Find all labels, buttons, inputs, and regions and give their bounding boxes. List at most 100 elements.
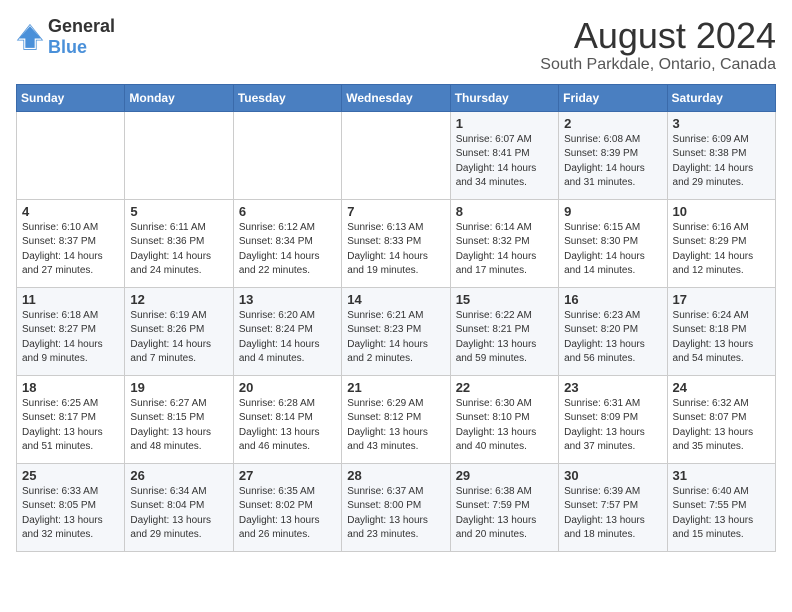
cell-info-text: Sunrise: 6:22 AM Sunset: 8:21 PM Dayligh… [456, 309, 553, 367]
calendar-cell: 2 Sunrise: 6:08 AM Sunset: 8:39 PM Daylig… [559, 111, 667, 199]
cell-info-text: Sunrise: 6:34 AM Sunset: 8:04 PM Dayligh… [130, 485, 227, 543]
calendar-cell: 8 Sunrise: 6:14 AM Sunset: 8:32 PM Daylig… [450, 199, 558, 287]
cell-info-text: Sunrise: 6:07 AM Sunset: 8:41 PM Dayligh… [456, 133, 553, 191]
cell-info-text: Sunrise: 6:32 AM Sunset: 8:07 PM Dayligh… [673, 397, 770, 455]
title-block: August 2024 South Parkdale, Ontario, Can… [540, 16, 776, 74]
day-header-monday: Monday [125, 84, 233, 111]
calendar-header-row: SundayMondayTuesdayWednesdayThursdayFrid… [17, 84, 776, 111]
logo-text: General Blue [48, 16, 115, 58]
cell-info-text: Sunrise: 6:40 AM Sunset: 7:55 PM Dayligh… [673, 485, 770, 543]
day-number: 16 [564, 292, 661, 307]
day-number: 10 [673, 204, 770, 219]
calendar-cell [125, 111, 233, 199]
day-number: 9 [564, 204, 661, 219]
calendar-cell: 18 Sunrise: 6:25 AM Sunset: 8:17 PM Dayli… [17, 375, 125, 463]
cell-info-text: Sunrise: 6:25 AM Sunset: 8:17 PM Dayligh… [22, 397, 119, 455]
day-number: 22 [456, 380, 553, 395]
cell-info-text: Sunrise: 6:08 AM Sunset: 8:39 PM Dayligh… [564, 133, 661, 191]
cell-info-text: Sunrise: 6:39 AM Sunset: 7:57 PM Dayligh… [564, 485, 661, 543]
cell-info-text: Sunrise: 6:31 AM Sunset: 8:09 PM Dayligh… [564, 397, 661, 455]
day-number: 23 [564, 380, 661, 395]
calendar-cell: 26 Sunrise: 6:34 AM Sunset: 8:04 PM Dayli… [125, 463, 233, 551]
cell-info-text: Sunrise: 6:21 AM Sunset: 8:23 PM Dayligh… [347, 309, 444, 367]
day-number: 28 [347, 468, 444, 483]
month-year-title: August 2024 [540, 16, 776, 56]
calendar-week-row: 1 Sunrise: 6:07 AM Sunset: 8:41 PM Daylig… [17, 111, 776, 199]
calendar-cell: 31 Sunrise: 6:40 AM Sunset: 7:55 PM Dayli… [667, 463, 775, 551]
day-number: 3 [673, 116, 770, 131]
day-number: 30 [564, 468, 661, 483]
calendar-cell: 21 Sunrise: 6:29 AM Sunset: 8:12 PM Dayli… [342, 375, 450, 463]
location-subtitle: South Parkdale, Ontario, Canada [540, 56, 776, 74]
day-header-thursday: Thursday [450, 84, 558, 111]
calendar-cell: 30 Sunrise: 6:39 AM Sunset: 7:57 PM Dayli… [559, 463, 667, 551]
logo: General Blue [16, 16, 115, 58]
day-number: 7 [347, 204, 444, 219]
calendar-cell [233, 111, 341, 199]
calendar-cell [342, 111, 450, 199]
calendar-cell: 16 Sunrise: 6:23 AM Sunset: 8:20 PM Dayli… [559, 287, 667, 375]
day-number: 8 [456, 204, 553, 219]
day-number: 26 [130, 468, 227, 483]
day-number: 21 [347, 380, 444, 395]
day-number: 15 [456, 292, 553, 307]
calendar-cell: 19 Sunrise: 6:27 AM Sunset: 8:15 PM Dayli… [125, 375, 233, 463]
day-number: 12 [130, 292, 227, 307]
cell-info-text: Sunrise: 6:35 AM Sunset: 8:02 PM Dayligh… [239, 485, 336, 543]
cell-info-text: Sunrise: 6:10 AM Sunset: 8:37 PM Dayligh… [22, 221, 119, 279]
day-header-wednesday: Wednesday [342, 84, 450, 111]
day-number: 20 [239, 380, 336, 395]
day-number: 24 [673, 380, 770, 395]
cell-info-text: Sunrise: 6:33 AM Sunset: 8:05 PM Dayligh… [22, 485, 119, 543]
day-number: 6 [239, 204, 336, 219]
cell-info-text: Sunrise: 6:37 AM Sunset: 8:00 PM Dayligh… [347, 485, 444, 543]
day-header-sunday: Sunday [17, 84, 125, 111]
day-number: 2 [564, 116, 661, 131]
calendar-cell: 5Sunrise: 6:11 AM Sunset: 8:36 PM Daylig… [125, 199, 233, 287]
day-number: 1 [456, 116, 553, 131]
page-header: General Blue August 2024 South Parkdale,… [16, 16, 776, 74]
cell-info-text: Sunrise: 6:18 AM Sunset: 8:27 PM Dayligh… [22, 309, 119, 367]
cell-info-text: Sunrise: 6:20 AM Sunset: 8:24 PM Dayligh… [239, 309, 336, 367]
calendar-cell [17, 111, 125, 199]
day-number: 18 [22, 380, 119, 395]
calendar-cell: 29 Sunrise: 6:38 AM Sunset: 7:59 PM Dayli… [450, 463, 558, 551]
cell-info-text: Sunrise: 6:11 AM Sunset: 8:36 PM Dayligh… [130, 221, 227, 279]
calendar-cell: 9 Sunrise: 6:15 AM Sunset: 8:30 PM Daylig… [559, 199, 667, 287]
cell-info-text: Sunrise: 6:38 AM Sunset: 7:59 PM Dayligh… [456, 485, 553, 543]
day-header-tuesday: Tuesday [233, 84, 341, 111]
calendar-cell: 7Sunrise: 6:13 AM Sunset: 8:33 PM Daylig… [342, 199, 450, 287]
cell-info-text: Sunrise: 6:15 AM Sunset: 8:30 PM Dayligh… [564, 221, 661, 279]
cell-info-text: Sunrise: 6:29 AM Sunset: 8:12 PM Dayligh… [347, 397, 444, 455]
calendar-cell: 13Sunrise: 6:20 AM Sunset: 8:24 PM Dayli… [233, 287, 341, 375]
cell-info-text: Sunrise: 6:16 AM Sunset: 8:29 PM Dayligh… [673, 221, 770, 279]
cell-info-text: Sunrise: 6:24 AM Sunset: 8:18 PM Dayligh… [673, 309, 770, 367]
day-number: 11 [22, 292, 119, 307]
calendar-cell: 4 Sunrise: 6:10 AM Sunset: 8:37 PM Daylig… [17, 199, 125, 287]
calendar-cell: 25 Sunrise: 6:33 AM Sunset: 8:05 PM Dayli… [17, 463, 125, 551]
calendar-cell: 17Sunrise: 6:24 AM Sunset: 8:18 PM Dayli… [667, 287, 775, 375]
day-number: 31 [673, 468, 770, 483]
day-number: 14 [347, 292, 444, 307]
day-number: 25 [22, 468, 119, 483]
cell-info-text: Sunrise: 6:23 AM Sunset: 8:20 PM Dayligh… [564, 309, 661, 367]
cell-info-text: Sunrise: 6:09 AM Sunset: 8:38 PM Dayligh… [673, 133, 770, 191]
calendar-week-row: 25 Sunrise: 6:33 AM Sunset: 8:05 PM Dayli… [17, 463, 776, 551]
calendar-cell: 24 Sunrise: 6:32 AM Sunset: 8:07 PM Dayli… [667, 375, 775, 463]
calendar-cell: 6 Sunrise: 6:12 AM Sunset: 8:34 PM Daylig… [233, 199, 341, 287]
day-header-saturday: Saturday [667, 84, 775, 111]
logo-icon [16, 23, 44, 51]
cell-info-text: Sunrise: 6:19 AM Sunset: 8:26 PM Dayligh… [130, 309, 227, 367]
day-number: 27 [239, 468, 336, 483]
day-number: 19 [130, 380, 227, 395]
cell-info-text: Sunrise: 6:12 AM Sunset: 8:34 PM Dayligh… [239, 221, 336, 279]
calendar-cell: 1 Sunrise: 6:07 AM Sunset: 8:41 PM Daylig… [450, 111, 558, 199]
day-number: 29 [456, 468, 553, 483]
cell-info-text: Sunrise: 6:27 AM Sunset: 8:15 PM Dayligh… [130, 397, 227, 455]
day-number: 4 [22, 204, 119, 219]
cell-info-text: Sunrise: 6:14 AM Sunset: 8:32 PM Dayligh… [456, 221, 553, 279]
calendar-cell: 20Sunrise: 6:28 AM Sunset: 8:14 PM Dayli… [233, 375, 341, 463]
calendar-week-row: 4 Sunrise: 6:10 AM Sunset: 8:37 PM Daylig… [17, 199, 776, 287]
calendar-cell: 23 Sunrise: 6:31 AM Sunset: 8:09 PM Dayli… [559, 375, 667, 463]
calendar-cell: 15 Sunrise: 6:22 AM Sunset: 8:21 PM Dayli… [450, 287, 558, 375]
